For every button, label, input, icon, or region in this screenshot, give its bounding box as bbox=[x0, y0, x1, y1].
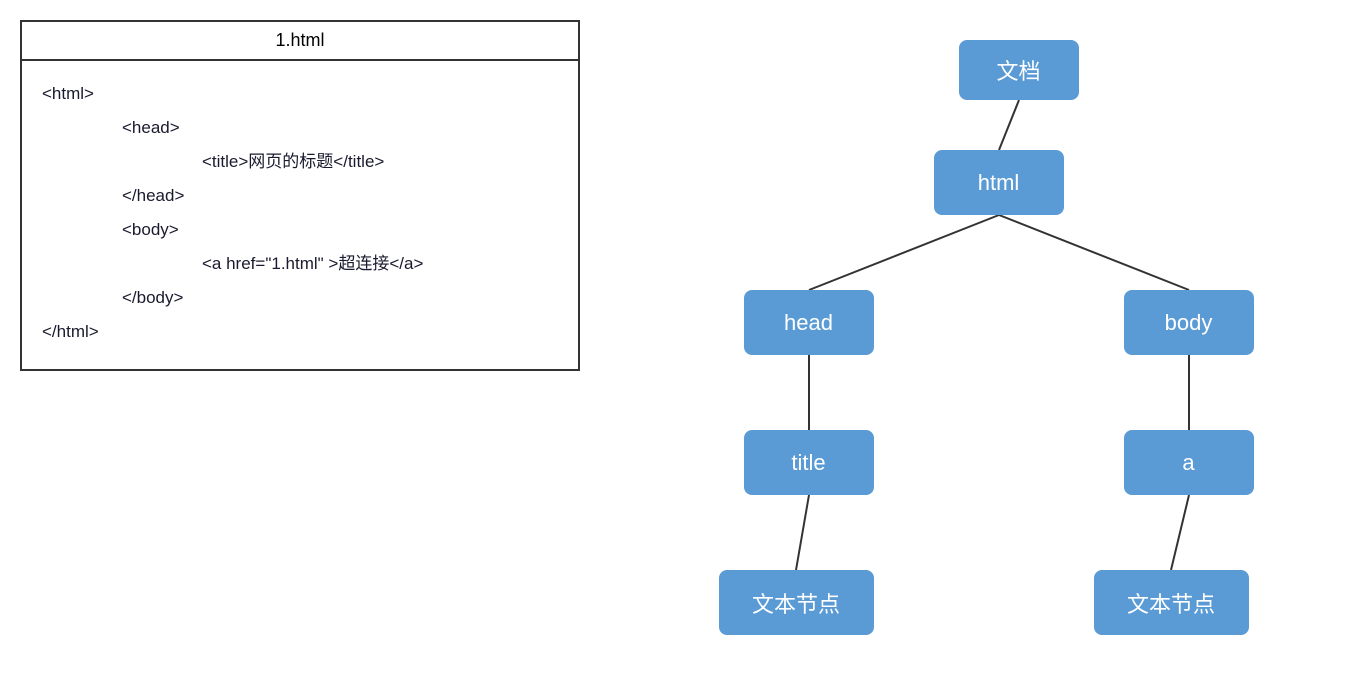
tree-node-head: head bbox=[744, 290, 874, 355]
code-line: <a href="1.html" >超连接</a> bbox=[42, 247, 558, 281]
tree-node-html: html bbox=[934, 150, 1064, 215]
tree-node-body: body bbox=[1124, 290, 1254, 355]
code-panel: 1.html <html><head><title>网页的标题</title><… bbox=[20, 20, 580, 371]
code-line: </html> bbox=[42, 315, 558, 349]
code-area: <html><head><title>网页的标题</title></head><… bbox=[22, 61, 578, 369]
code-line: <html> bbox=[42, 77, 558, 111]
tree-node-wendang: 文档 bbox=[959, 40, 1079, 100]
code-line: </body> bbox=[42, 281, 558, 315]
tree-node-text1: 文本节点 bbox=[719, 570, 874, 635]
dom-tree: 文档 html head body title a 文本节点 文本节点 bbox=[664, 20, 1344, 668]
tree-panel: 文档 html head body title a 文本节点 文本节点 bbox=[580, 0, 1367, 668]
tree-node-title: title bbox=[744, 430, 874, 495]
code-line: <body> bbox=[42, 213, 558, 247]
file-title: 1.html bbox=[22, 22, 578, 61]
code-line: <title>网页的标题</title> bbox=[42, 145, 558, 179]
code-line: </head> bbox=[42, 179, 558, 213]
code-line: <head> bbox=[42, 111, 558, 145]
tree-node-text2: 文本节点 bbox=[1094, 570, 1249, 635]
tree-node-a: a bbox=[1124, 430, 1254, 495]
